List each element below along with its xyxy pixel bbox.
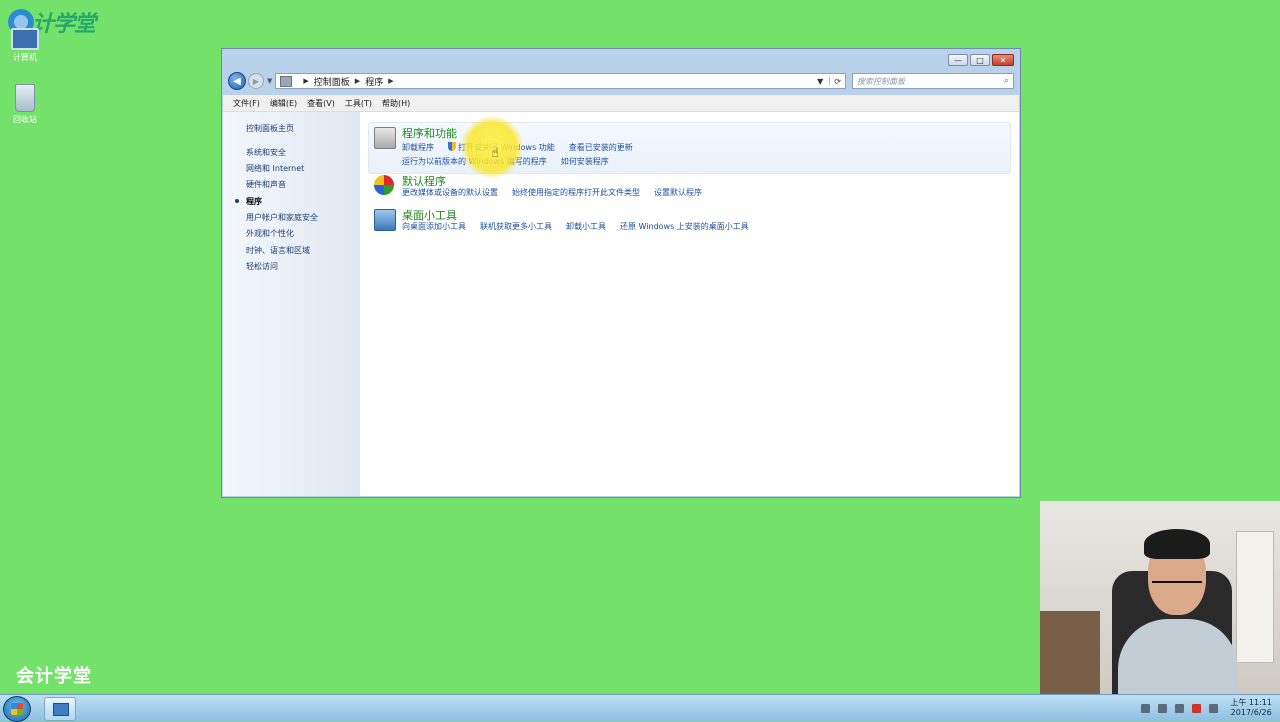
watermark: 会计学堂	[16, 666, 92, 687]
maximize-button[interactable]: □	[970, 54, 990, 66]
sidebar-item-hardware[interactable]: 硬件和声音	[246, 179, 286, 190]
menu-help[interactable]: 帮助(H)	[377, 98, 415, 109]
link-set-defaults[interactable]: 设置默认程序	[654, 188, 702, 197]
link-restore-gadgets[interactable]: 还原 Windows 上安装的桌面小工具	[620, 222, 749, 231]
link-uninstall-gadget[interactable]: 卸载小工具	[566, 222, 606, 231]
window-controls: — □ ✕	[946, 54, 1014, 66]
desktop-icon-label: 计算机	[13, 53, 37, 62]
sidebar-item-ease-of-access[interactable]: 轻松访问	[246, 261, 278, 272]
taskbar-control-panel[interactable]	[44, 697, 76, 721]
link-file-type[interactable]: 始终使用指定的程序打开此文件类型	[512, 188, 640, 197]
desktop-icon-recycle-bin[interactable]: 回收站	[5, 84, 45, 125]
category-links: 卸载程序打开或关闭 Windows 功能查看已安装的更新	[402, 142, 647, 153]
default-programs-icon[interactable]	[374, 175, 394, 195]
minimize-button[interactable]: —	[948, 54, 968, 66]
desktop-icon-label: 回收站	[13, 115, 37, 124]
refresh-icon[interactable]: ⟳	[829, 76, 841, 86]
keyboard-icon[interactable]	[1141, 703, 1151, 713]
menu-bar: 文件(F) 编辑(E) 查看(V) 工具(T) 帮助(H)	[223, 95, 1019, 112]
background-cabinet	[1236, 531, 1274, 663]
address-bar[interactable]: ▶ 控制面板 ▶ 程序 ▶ ▼ ⟳	[275, 73, 846, 89]
security-alert-icon[interactable]	[1192, 703, 1202, 713]
gadgets-icon[interactable]	[374, 209, 396, 231]
presenter-body	[1118, 619, 1238, 694]
address-row: ◀ ▶ ▼ ▶ 控制面板 ▶ 程序 ▶ ▼ ⟳ 搜索控制面板 ⌕	[228, 71, 1014, 91]
sidebar-item-user-accounts[interactable]: 用户帐户和家庭安全	[246, 212, 318, 223]
chevron-right-icon[interactable]: ▶	[355, 77, 360, 85]
address-bar-end: ▼ ⟳	[811, 76, 841, 86]
sidebar-item-programs[interactable]: 程序	[246, 196, 262, 207]
link-add-gadgets[interactable]: 向桌面添加小工具	[402, 222, 466, 231]
programs-icon[interactable]	[374, 127, 396, 149]
recent-pages-dropdown[interactable]: ▼	[267, 77, 272, 85]
link-uninstall-program[interactable]: 卸载程序	[402, 143, 434, 152]
computer-icon	[11, 28, 39, 50]
content-area: 控制面板主页 系统和安全 网络和 Internet 硬件和声音 程序 用户帐户和…	[223, 112, 1019, 496]
hand-cursor-icon: ☝	[491, 146, 499, 161]
main-panel: 程序和功能 卸载程序打开或关闭 Windows 功能查看已安装的更新 运行为以前…	[360, 112, 1019, 496]
forward-button[interactable]: ▶	[248, 73, 264, 89]
volume-icon[interactable]	[1209, 703, 1219, 713]
active-bullet-icon	[235, 199, 239, 203]
clock-date: 2017/6/26	[1230, 708, 1272, 717]
control-panel-icon	[280, 75, 293, 87]
control-panel-window: — □ ✕ ◀ ▶ ▼ ▶ 控制面板 ▶ 程序 ▶ ▼ ⟳ 搜索控制面板 ⌕ 文…	[221, 48, 1021, 498]
breadcrumb-control-panel[interactable]: 控制面板	[314, 75, 350, 88]
taskbar: 上午 11:11 2017/6/26	[0, 694, 1280, 722]
sidebar-home-link[interactable]: 控制面板主页	[246, 123, 294, 134]
background-desk	[1040, 611, 1100, 694]
clock[interactable]: 上午 11:11 2017/6/26	[1230, 698, 1272, 718]
network-icon[interactable]	[1175, 703, 1185, 713]
sidebar: 控制面板主页 系统和安全 网络和 Internet 硬件和声音 程序 用户帐户和…	[223, 112, 360, 496]
menu-tools[interactable]: 工具(T)	[340, 98, 377, 109]
menu-view[interactable]: 查看(V)	[302, 98, 340, 109]
search-input[interactable]: 搜索控制面板 ⌕	[852, 73, 1014, 89]
shield-icon	[448, 142, 456, 151]
presenter-hair	[1144, 529, 1210, 559]
sidebar-item-system-security[interactable]: 系统和安全	[246, 147, 286, 158]
webcam-overlay	[1040, 501, 1280, 694]
control-panel-icon	[53, 703, 69, 716]
desktop-icon-computer[interactable]: 计算机	[5, 28, 45, 63]
clock-time: 上午 11:11	[1230, 698, 1272, 707]
flag-icon[interactable]	[1158, 703, 1168, 713]
link-installed-updates[interactable]: 查看已安装的更新	[569, 143, 633, 152]
category-title[interactable]: 程序和功能	[402, 125, 457, 141]
search-icon[interactable]: ⌕	[1004, 76, 1009, 86]
presenter-glasses	[1152, 571, 1202, 583]
category-links: 更改媒体或设备的默认设置 始终使用指定的程序打开此文件类型 设置默认程序	[402, 187, 716, 198]
category-links: 向桌面添加小工具 联机获取更多小工具 卸载小工具 还原 Windows 上安装的桌面小…	[402, 221, 763, 232]
sidebar-item-network[interactable]: 网络和 Internet	[246, 163, 304, 174]
title-bar[interactable]: — □ ✕	[222, 49, 1020, 71]
breadcrumb-programs[interactable]: 程序	[365, 75, 383, 88]
close-button[interactable]: ✕	[992, 54, 1014, 66]
start-button[interactable]	[3, 696, 31, 722]
sidebar-item-appearance[interactable]: 外观和个性化	[246, 228, 294, 239]
recycle-bin-icon	[15, 84, 35, 112]
chevron-right-icon[interactable]: ▶	[388, 77, 393, 85]
menu-edit[interactable]: 编辑(E)	[265, 98, 302, 109]
link-media-defaults[interactable]: 更改媒体或设备的默认设置	[402, 188, 498, 197]
address-dropdown-icon[interactable]: ▼	[817, 77, 823, 86]
menu-file[interactable]: 文件(F)	[223, 98, 265, 109]
chevron-right-icon[interactable]: ▶	[303, 77, 308, 85]
sidebar-item-clock-region[interactable]: 时钟、语言和区域	[246, 245, 310, 256]
search-placeholder: 搜索控制面板	[857, 76, 905, 86]
system-tray: 上午 11:11 2017/6/26	[1133, 698, 1272, 718]
back-button[interactable]: ◀	[228, 72, 246, 90]
link-how-to-install[interactable]: 如何安装程序	[561, 157, 609, 166]
link-get-more-gadgets[interactable]: 联机获取更多小工具	[480, 222, 552, 231]
